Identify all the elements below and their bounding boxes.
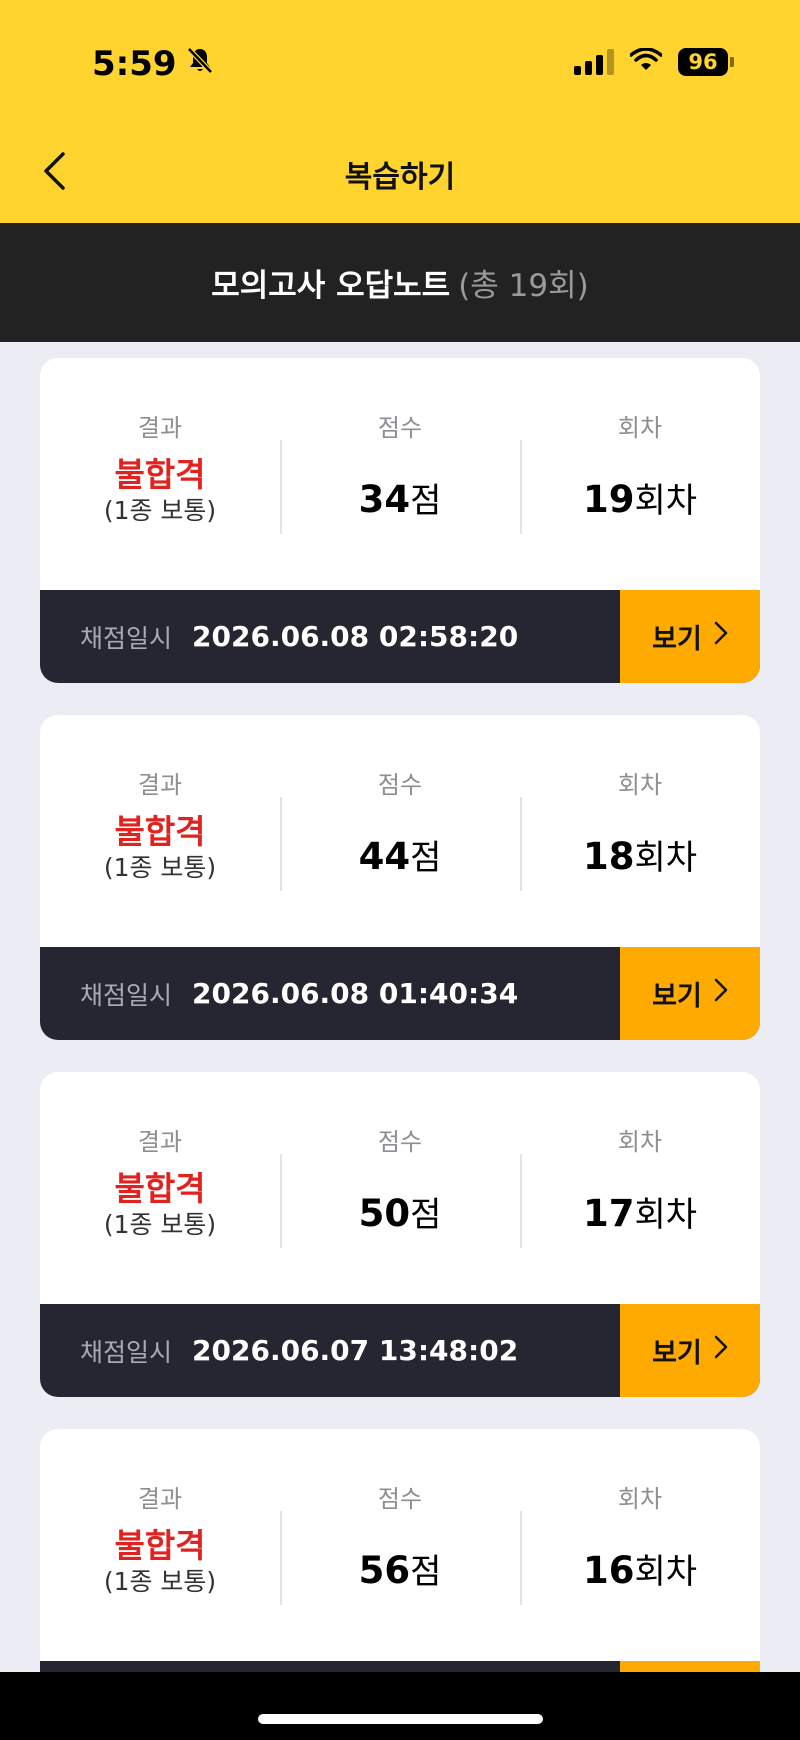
result-label: 결과 [137, 414, 183, 442]
round-number: 18 [582, 835, 635, 878]
score-column: 점수 56점 [280, 1429, 520, 1661]
score-label: 점수 [377, 1128, 423, 1156]
battery-icon: 96 [678, 48, 734, 76]
round-value: 17회차 [583, 1187, 697, 1236]
result-column: 결과 불합격 (1종 보통) [40, 358, 280, 590]
home-indicator[interactable] [258, 1714, 543, 1724]
score-label: 점수 [377, 771, 423, 799]
score-label: 점수 [377, 1485, 423, 1513]
round-column: 회차 16회차 [520, 1429, 760, 1661]
round-label: 회차 [617, 1128, 663, 1156]
score-column: 점수 34점 [280, 358, 520, 590]
section-banner: 모의고사 오답노트 (총 19회) [0, 223, 800, 342]
round-number: 17 [582, 1192, 635, 1235]
exam-record-card: 결과 불합격 (1종 보통) 점수 50점 회차 17회차 채점일시 2026.… [40, 1072, 760, 1397]
record-stats: 결과 불합격 (1종 보통) 점수 56점 회차 16회차 [40, 1429, 760, 1661]
record-stats: 결과 불합격 (1종 보통) 점수 44점 회차 18회차 [40, 715, 760, 947]
view-button[interactable]: 보기 [620, 947, 760, 1040]
page-title: 복습하기 [344, 160, 456, 195]
status-time-text: 5:59 [92, 44, 177, 84]
round-number: 19 [582, 478, 635, 521]
view-button[interactable]: 보기 [620, 590, 760, 683]
round-column: 회차 19회차 [520, 358, 760, 590]
banner-count: (총 19회) [458, 268, 589, 304]
battery-level: 96 [688, 50, 718, 74]
round-value: 18회차 [583, 830, 697, 879]
signal-icon [574, 49, 614, 75]
round-column: 회차 18회차 [520, 715, 760, 947]
round-unit: 회차 [634, 838, 698, 878]
round-unit: 회차 [634, 1195, 698, 1235]
status-indicators: 96 [574, 47, 734, 76]
round-label: 회차 [617, 1485, 663, 1513]
result-column: 결과 불합격 (1종 보통) [40, 1072, 280, 1304]
license-type: (1종 보통) [103, 1210, 217, 1239]
chevron-right-icon [714, 1335, 728, 1366]
view-button-label: 보기 [652, 1338, 702, 1369]
record-footer: 채점일시 2026.06.07 13:48:02 보기 [40, 1304, 760, 1397]
view-button-label: 보기 [652, 981, 702, 1012]
result-label: 결과 [137, 1128, 183, 1156]
round-label: 회차 [617, 771, 663, 799]
status-time: 5:59 [92, 44, 215, 84]
bell-slash-icon [185, 44, 215, 84]
chevron-right-icon [714, 978, 728, 1009]
chevron-right-icon [714, 621, 728, 652]
bottom-bar [0, 1672, 800, 1740]
score-number: 44 [358, 835, 411, 878]
result-column: 결과 불합격 (1종 보통) [40, 1429, 280, 1661]
score-column: 점수 50점 [280, 1072, 520, 1304]
graded-date-value: 2026.06.08 02:58:20 [192, 620, 519, 653]
round-value: 16회차 [583, 1544, 697, 1593]
result-label: 결과 [137, 771, 183, 799]
view-button[interactable]: 보기 [620, 1304, 760, 1397]
exam-record-list: 결과 불합격 (1종 보통) 점수 34점 회차 19회차 채점일시 2026.… [40, 358, 760, 1740]
score-column: 점수 44점 [280, 715, 520, 947]
score-unit: 점 [410, 1195, 442, 1235]
graded-date-label: 채점일시 [80, 623, 173, 653]
round-unit: 회차 [634, 481, 698, 521]
round-column: 회차 17회차 [520, 1072, 760, 1304]
view-button-label: 보기 [652, 624, 702, 655]
license-type: (1종 보통) [103, 853, 217, 882]
score-number: 34 [358, 478, 411, 521]
exam-record-card: 결과 불합격 (1종 보통) 점수 34점 회차 19회차 채점일시 2026.… [40, 358, 760, 683]
top-bar: 5:59 96 복습하기 [0, 0, 800, 223]
score-label: 점수 [377, 414, 423, 442]
result-column: 결과 불합격 (1종 보통) [40, 715, 280, 947]
score-unit: 점 [410, 838, 442, 878]
banner-title: 모의고사 오답노트 [211, 268, 451, 304]
score-unit: 점 [410, 481, 442, 521]
round-number: 16 [582, 1549, 635, 1592]
graded-date-label: 채점일시 [80, 980, 173, 1010]
record-footer: 채점일시 2026.06.08 01:40:34 보기 [40, 947, 760, 1040]
license-type: (1종 보통) [103, 496, 217, 525]
score-value: 44점 [359, 830, 442, 879]
wifi-icon [629, 47, 663, 76]
round-label: 회차 [617, 414, 663, 442]
exam-record-card: 결과 불합격 (1종 보통) 점수 44점 회차 18회차 채점일시 2026.… [40, 715, 760, 1040]
record-stats: 결과 불합격 (1종 보통) 점수 34점 회차 19회차 [40, 358, 760, 590]
score-value: 34점 [359, 473, 442, 522]
result-status: 불합격 [114, 812, 206, 851]
result-status: 불합격 [114, 1169, 206, 1208]
graded-date-value: 2026.06.08 01:40:34 [192, 977, 519, 1010]
result-label: 결과 [137, 1485, 183, 1513]
round-value: 19회차 [583, 473, 697, 522]
score-value: 50점 [359, 1187, 442, 1236]
record-stats: 결과 불합격 (1종 보통) 점수 50점 회차 17회차 [40, 1072, 760, 1304]
score-number: 56 [358, 1549, 411, 1592]
score-number: 50 [358, 1192, 411, 1235]
graded-date-label: 채점일시 [80, 1337, 173, 1367]
result-status: 불합격 [114, 455, 206, 494]
graded-date-value: 2026.06.07 13:48:02 [192, 1334, 519, 1367]
round-unit: 회차 [634, 1552, 698, 1592]
score-unit: 점 [410, 1552, 442, 1592]
license-type: (1종 보통) [103, 1567, 217, 1596]
record-footer: 채점일시 2026.06.08 02:58:20 보기 [40, 590, 760, 683]
result-status: 불합격 [114, 1526, 206, 1565]
score-value: 56점 [359, 1544, 442, 1593]
